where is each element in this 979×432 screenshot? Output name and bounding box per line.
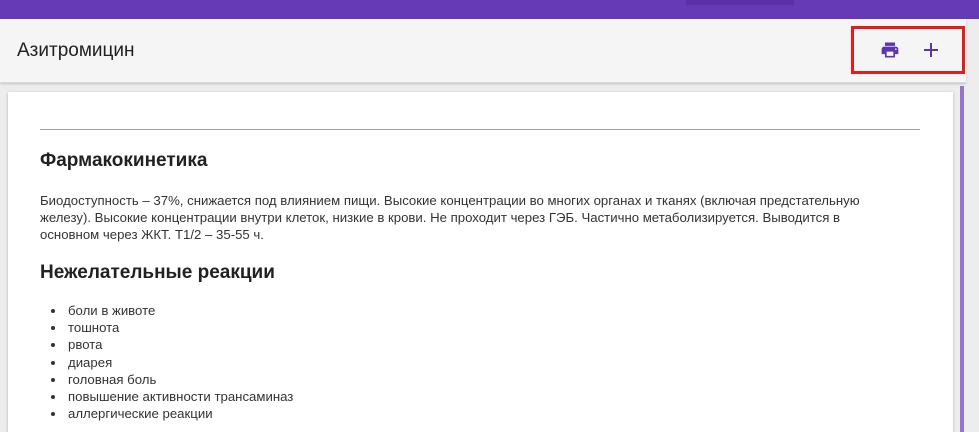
print-icon (881, 42, 899, 58)
scrollbar[interactable] (960, 86, 964, 432)
drug-card: Фармакокинетика Биодоступность – 37%, сн… (8, 92, 953, 432)
list-item: аллергические реакции (66, 405, 293, 422)
list-item: повышение активности трансаминаз (66, 388, 293, 405)
top-bar-tab[interactable] (686, 0, 794, 5)
add-button[interactable] (919, 38, 943, 62)
adverse-reactions-list: боли в животе тошнота рвота диарея голов… (66, 302, 293, 422)
pharmacokinetics-text: Биодоступность – 37%, снижается под влия… (40, 193, 860, 242)
top-app-bar (0, 0, 979, 19)
list-item: рвота (66, 336, 293, 353)
list-item: тошнота (66, 319, 293, 336)
list-item: боли в животе (66, 302, 293, 319)
section-heading-adverse-reactions: Нежелательные реакции (40, 262, 275, 283)
header-actions (851, 26, 965, 74)
list-item: головная боль (66, 371, 293, 388)
page-header: Азитромицин (0, 19, 966, 83)
divider (40, 129, 920, 130)
plus-icon (924, 43, 938, 57)
page-title: Азитромицин (17, 40, 135, 61)
print-button[interactable] (878, 38, 902, 62)
list-item: диарея (66, 354, 293, 371)
section-heading-pharmacokinetics: Фармакокинетика (40, 150, 208, 171)
